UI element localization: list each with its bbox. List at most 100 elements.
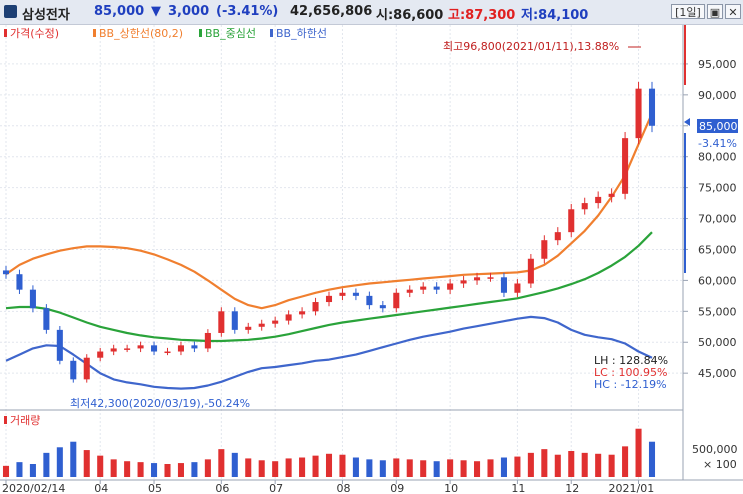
volume-bar (191, 462, 198, 477)
candle-body (177, 345, 184, 352)
volume-bar (218, 449, 225, 477)
volume-bar (420, 460, 427, 477)
candle-body (433, 286, 440, 290)
legend-bb-upper: BB_상한선(80,2) (99, 27, 183, 40)
period-button[interactable]: [1일] (671, 4, 705, 19)
candle-body (164, 351, 171, 354)
price-tick-label: 60,000 (698, 274, 737, 287)
candle-body (339, 292, 346, 296)
price-change: 3,000 (168, 4, 210, 19)
candle-body (460, 280, 467, 284)
date-axis: 2020/02/14 04 05 06 07 08 09 10 11 12 2021/01 (2, 480, 654, 494)
volume-bar (608, 454, 615, 477)
candle-body (406, 289, 413, 293)
legend-price-swatch (4, 29, 7, 37)
candle-body (447, 283, 454, 290)
volume-bar (406, 459, 413, 477)
candle-body (514, 283, 521, 293)
date-tick-label: 10 (444, 482, 458, 494)
bollinger-lines (5, 112, 654, 390)
volume-bar (366, 459, 373, 477)
volume-bar (16, 462, 23, 477)
candle-body (299, 311, 306, 315)
chart-window-icon (4, 5, 17, 18)
volume-label-swatch (4, 416, 7, 424)
candle-body (420, 286, 427, 290)
date-tick-label: 06 (215, 482, 229, 494)
restore-icon[interactable]: ▣ (707, 4, 723, 19)
volume-bar (29, 464, 36, 477)
candle-body (608, 193, 615, 197)
volume-bar (568, 451, 575, 477)
volume-panel-label: 거래량 (10, 414, 40, 427)
volume-bar (447, 459, 454, 477)
date-tick-label: 2020/02/14 (2, 482, 65, 494)
axis-range-bar-down (684, 133, 686, 273)
volume-bar (151, 463, 158, 477)
date-tick-label: 08 (336, 482, 350, 494)
price-tick-label: 50,000 (698, 336, 737, 349)
volume-bar (325, 453, 333, 477)
volume-bar (595, 453, 602, 477)
price-tick-label: 45,000 (698, 367, 737, 380)
candle-body (527, 258, 534, 284)
candle-body (648, 88, 656, 126)
axis-range-bar-up (684, 25, 686, 85)
low-annotation: 최저42,300(2020/03/19),-50.24% (70, 397, 250, 410)
open-price: 시:86,600 (376, 8, 444, 23)
candle-body (541, 240, 548, 259)
volume-bar (460, 460, 467, 477)
candle-body (70, 360, 77, 380)
candle-body (285, 314, 292, 321)
date-tick-label: 2021/01 (609, 482, 655, 494)
volume-bar (648, 441, 656, 477)
date-tick-label: 11 (511, 482, 525, 494)
candle-body (622, 138, 629, 194)
volume-bar (352, 457, 359, 477)
price-tick-label: 75,000 (698, 182, 737, 195)
current-change-label: -3.41% (698, 137, 737, 150)
volume-bar (110, 459, 117, 477)
candle-body (2, 270, 10, 275)
legend-bb-lower-swatch (270, 29, 273, 37)
candle-body (366, 295, 373, 306)
candle-body (258, 323, 265, 327)
candle-body (29, 289, 36, 309)
volume-bar (433, 461, 440, 477)
stock-name: 삼성전자 (22, 8, 70, 23)
volume-bar (97, 455, 104, 477)
chart-header: 삼성전자 85,000 ▼ 3,000 (-3.41%) 42,656,806 … (0, 0, 743, 25)
date-tick-label: 12 (565, 482, 579, 494)
price-tick-label: 65,000 (698, 243, 737, 256)
price-axis: 95,000 90,000 85,000 80,000 75,000 70,000 65,0… (683, 58, 737, 380)
volume-bar (204, 459, 211, 477)
current-price-marker-icon (684, 118, 690, 126)
volume-bars (2, 428, 656, 477)
legend-bb-mid-swatch (199, 29, 202, 37)
candle-body (568, 209, 575, 233)
volume-bar (285, 458, 292, 477)
volume-bar (581, 452, 588, 477)
high-annotation: 최고96,800(2021/01/11),13.88% (443, 40, 619, 53)
candle-body (500, 277, 507, 293)
volume-bar (393, 458, 400, 477)
volume-bar (164, 464, 171, 477)
volume-bar (487, 459, 494, 477)
volume-bar (43, 452, 50, 477)
legend-bb-upper-swatch (93, 29, 96, 37)
candle-body (218, 311, 225, 333)
volume-bar (379, 460, 386, 477)
legend-bb-mid: BB_중심선 (205, 27, 256, 40)
volume-bar (258, 460, 265, 477)
close-icon[interactable]: ✕ (725, 4, 741, 19)
candle-body (245, 326, 252, 330)
price-candles (2, 81, 656, 383)
volume-bar (177, 463, 184, 477)
legend-bb-lower: BB_하한선 (276, 26, 327, 40)
current-price: 85,000 (94, 4, 145, 19)
volume-bar (2, 465, 10, 477)
volume-bar (312, 455, 319, 477)
price-tick-label: 80,000 (698, 151, 737, 164)
volume-bar (272, 461, 279, 477)
hc-indicator: HC : -12.19% (594, 378, 667, 391)
